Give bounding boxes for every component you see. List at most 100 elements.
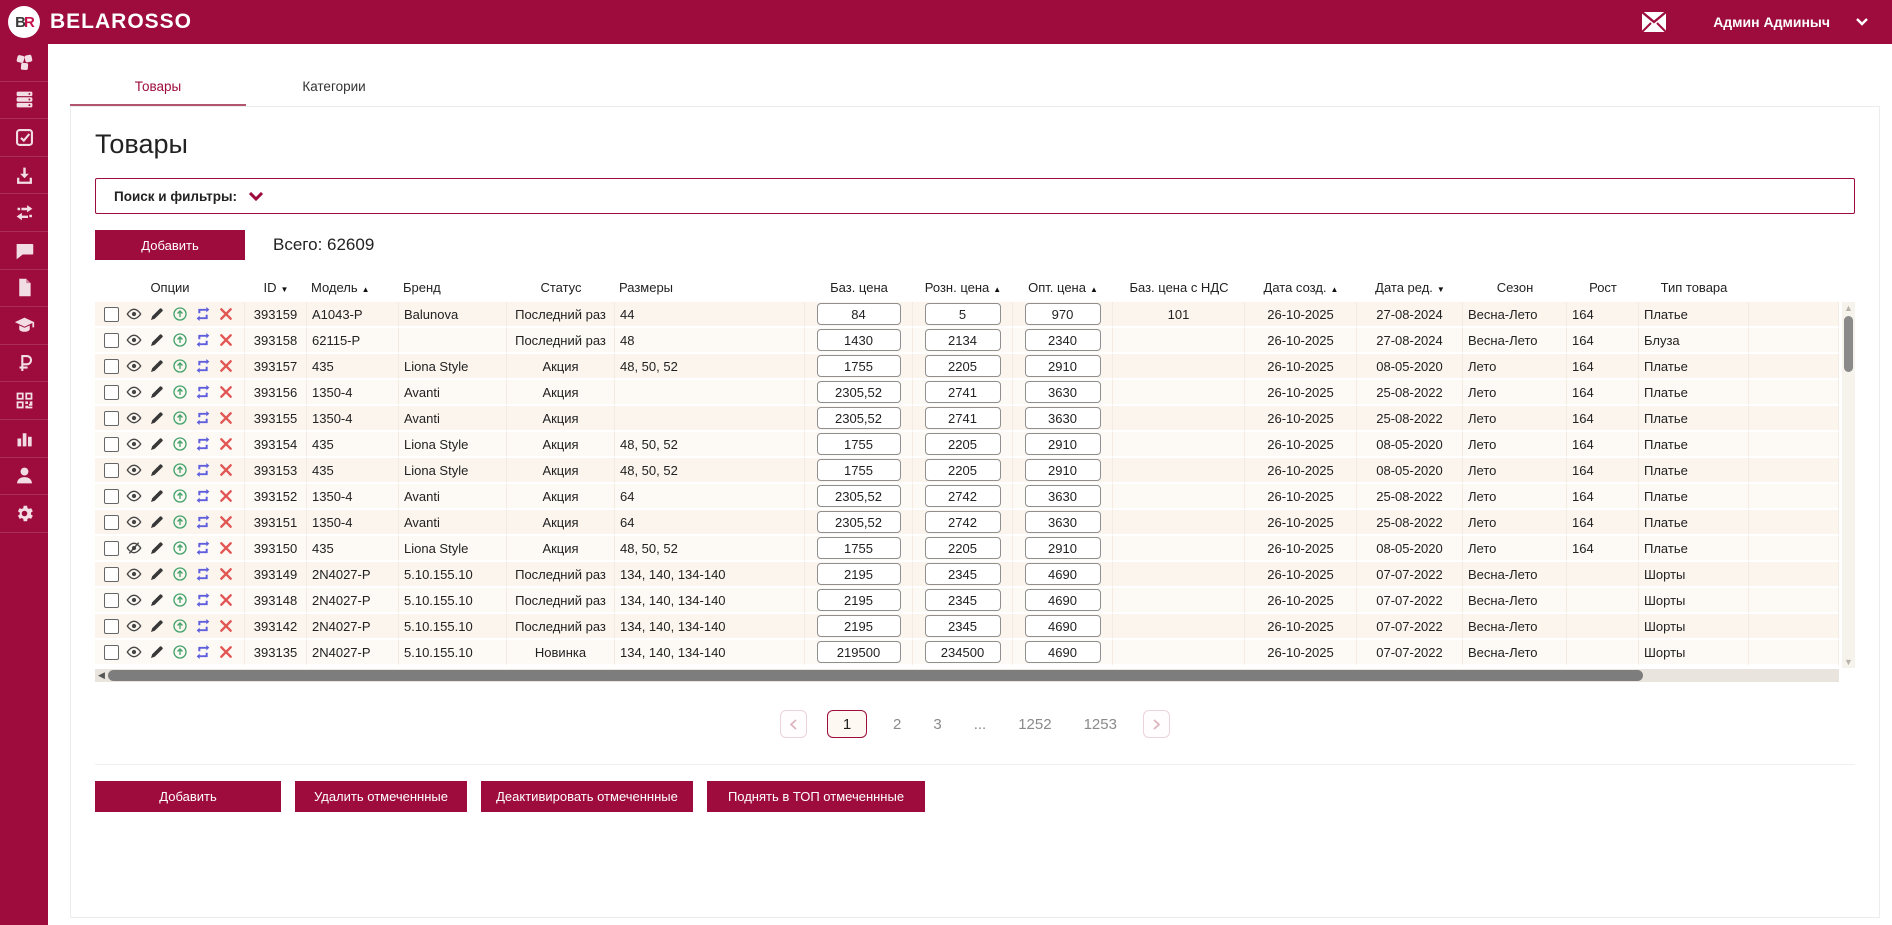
row-checkbox[interactable]: [104, 566, 119, 582]
retail-price-input[interactable]: [924, 563, 1001, 585]
eye-icon[interactable]: [126, 592, 142, 608]
page-button-3[interactable]: 3: [927, 715, 947, 734]
duplicate-icon[interactable]: [195, 384, 211, 400]
sidebar-item-comment[interactable]: [0, 232, 48, 270]
row-checkbox[interactable]: [104, 540, 119, 556]
eye-icon[interactable]: [126, 436, 142, 452]
raise-top-icon[interactable]: [172, 592, 188, 608]
page-button-1[interactable]: 1: [827, 710, 868, 738]
row-checkbox[interactable]: [104, 358, 119, 374]
column-header-base_price_vat[interactable]: Баз. цена с НДС: [1113, 272, 1245, 302]
column-header-height[interactable]: Рост: [1567, 272, 1639, 302]
edit-icon[interactable]: [149, 540, 165, 556]
column-header-edited[interactable]: Дата ред. ▼: [1357, 272, 1463, 302]
edit-icon[interactable]: [149, 514, 165, 530]
delete-icon[interactable]: [218, 618, 234, 634]
retail-price-input[interactable]: [924, 485, 1001, 507]
base-price-input[interactable]: [816, 407, 901, 429]
delete-icon[interactable]: [218, 332, 234, 348]
vertical-scrollbar[interactable]: ▲ ▼: [1842, 302, 1855, 668]
duplicate-icon[interactable]: [195, 462, 211, 478]
sidebar-item-graduation-cap[interactable]: [0, 307, 48, 345]
base-price-input[interactable]: [816, 485, 901, 507]
column-header-retail_price[interactable]: Розн. цена ▲: [913, 272, 1013, 302]
sidebar-item-transfer-arrows[interactable]: [0, 194, 48, 232]
duplicate-icon[interactable]: [195, 540, 211, 556]
wholesale-price-input[interactable]: [1024, 381, 1101, 403]
wholesale-price-input[interactable]: [1024, 355, 1101, 377]
duplicate-icon[interactable]: [195, 306, 211, 322]
page-button-2[interactable]: 2: [887, 715, 907, 734]
base-price-input[interactable]: [816, 381, 901, 403]
raise-top-icon[interactable]: [172, 462, 188, 478]
row-checkbox[interactable]: [104, 488, 119, 504]
column-header-brand[interactable]: Бренд: [399, 272, 507, 302]
vertical-scroll-thumb[interactable]: [1844, 316, 1853, 372]
base-price-input[interactable]: [816, 589, 901, 611]
edit-icon[interactable]: [149, 462, 165, 478]
row-checkbox[interactable]: [104, 592, 119, 608]
base-price-input[interactable]: [816, 433, 901, 455]
tab-products[interactable]: Товары: [70, 70, 246, 106]
scroll-left-icon[interactable]: ◀: [95, 670, 108, 681]
eye-icon[interactable]: [126, 618, 142, 634]
eye-icon[interactable]: [126, 358, 142, 374]
raise-top-selected-button[interactable]: Поднять в ТОП отмеченнные: [707, 781, 925, 812]
eye-icon[interactable]: [126, 410, 142, 426]
edit-icon[interactable]: [149, 488, 165, 504]
edit-icon[interactable]: [149, 436, 165, 452]
column-header-status[interactable]: Статус: [507, 272, 615, 302]
add-button-bottom[interactable]: Добавить: [95, 781, 281, 812]
mail-icon[interactable]: [1641, 11, 1667, 33]
wholesale-price-input[interactable]: [1024, 485, 1101, 507]
sidebar-item-user[interactable]: [0, 458, 48, 496]
row-checkbox[interactable]: [104, 306, 119, 322]
eye-icon[interactable]: [126, 306, 142, 322]
row-checkbox[interactable]: [104, 462, 119, 478]
retail-price-input[interactable]: [924, 589, 1001, 611]
deactivate-selected-button[interactable]: Деактивировать отмеченнные: [481, 781, 693, 812]
eye-icon[interactable]: [126, 462, 142, 478]
delete-icon[interactable]: [218, 592, 234, 608]
raise-top-icon[interactable]: [172, 644, 188, 660]
filters-toggle[interactable]: Поиск и фильтры:: [95, 178, 1855, 214]
raise-top-icon[interactable]: [172, 358, 188, 374]
delete-icon[interactable]: [218, 566, 234, 582]
sidebar-item-gear[interactable]: [0, 495, 48, 533]
wholesale-price-input[interactable]: [1024, 537, 1101, 559]
horizontal-scrollbar[interactable]: ◀: [95, 669, 1839, 682]
eye-icon[interactable]: [126, 488, 142, 504]
base-price-input[interactable]: [816, 329, 901, 351]
delete-icon[interactable]: [218, 514, 234, 530]
delete-icon[interactable]: [218, 436, 234, 452]
edit-icon[interactable]: [149, 306, 165, 322]
eye-icon[interactable]: [126, 384, 142, 400]
edit-icon[interactable]: [149, 618, 165, 634]
add-button[interactable]: Добавить: [95, 230, 245, 260]
edit-icon[interactable]: [149, 384, 165, 400]
base-price-input[interactable]: [816, 563, 901, 585]
eye-icon[interactable]: [126, 514, 142, 530]
retail-price-input[interactable]: [924, 511, 1001, 533]
base-price-input[interactable]: [816, 355, 901, 377]
base-price-input[interactable]: [816, 537, 901, 559]
duplicate-icon[interactable]: [195, 514, 211, 530]
retail-price-input[interactable]: [924, 537, 1001, 559]
horizontal-scroll-thumb[interactable]: [107, 670, 1643, 681]
wholesale-price-input[interactable]: [1024, 589, 1101, 611]
duplicate-icon[interactable]: [195, 410, 211, 426]
delete-icon[interactable]: [218, 488, 234, 504]
row-checkbox[interactable]: [104, 436, 119, 452]
base-price-input[interactable]: [816, 511, 901, 533]
wholesale-price-input[interactable]: [1024, 511, 1101, 533]
delete-icon[interactable]: [218, 306, 234, 322]
raise-top-icon[interactable]: [172, 514, 188, 530]
column-header-id[interactable]: ID ▼: [245, 272, 307, 302]
duplicate-icon[interactable]: [195, 592, 211, 608]
eye-off-icon[interactable]: [126, 540, 142, 556]
wholesale-price-input[interactable]: [1024, 303, 1101, 325]
column-header-base_price[interactable]: Баз. цена: [805, 272, 913, 302]
delete-icon[interactable]: [218, 644, 234, 660]
column-header-season[interactable]: Сезон: [1463, 272, 1567, 302]
eye-icon[interactable]: [126, 332, 142, 348]
